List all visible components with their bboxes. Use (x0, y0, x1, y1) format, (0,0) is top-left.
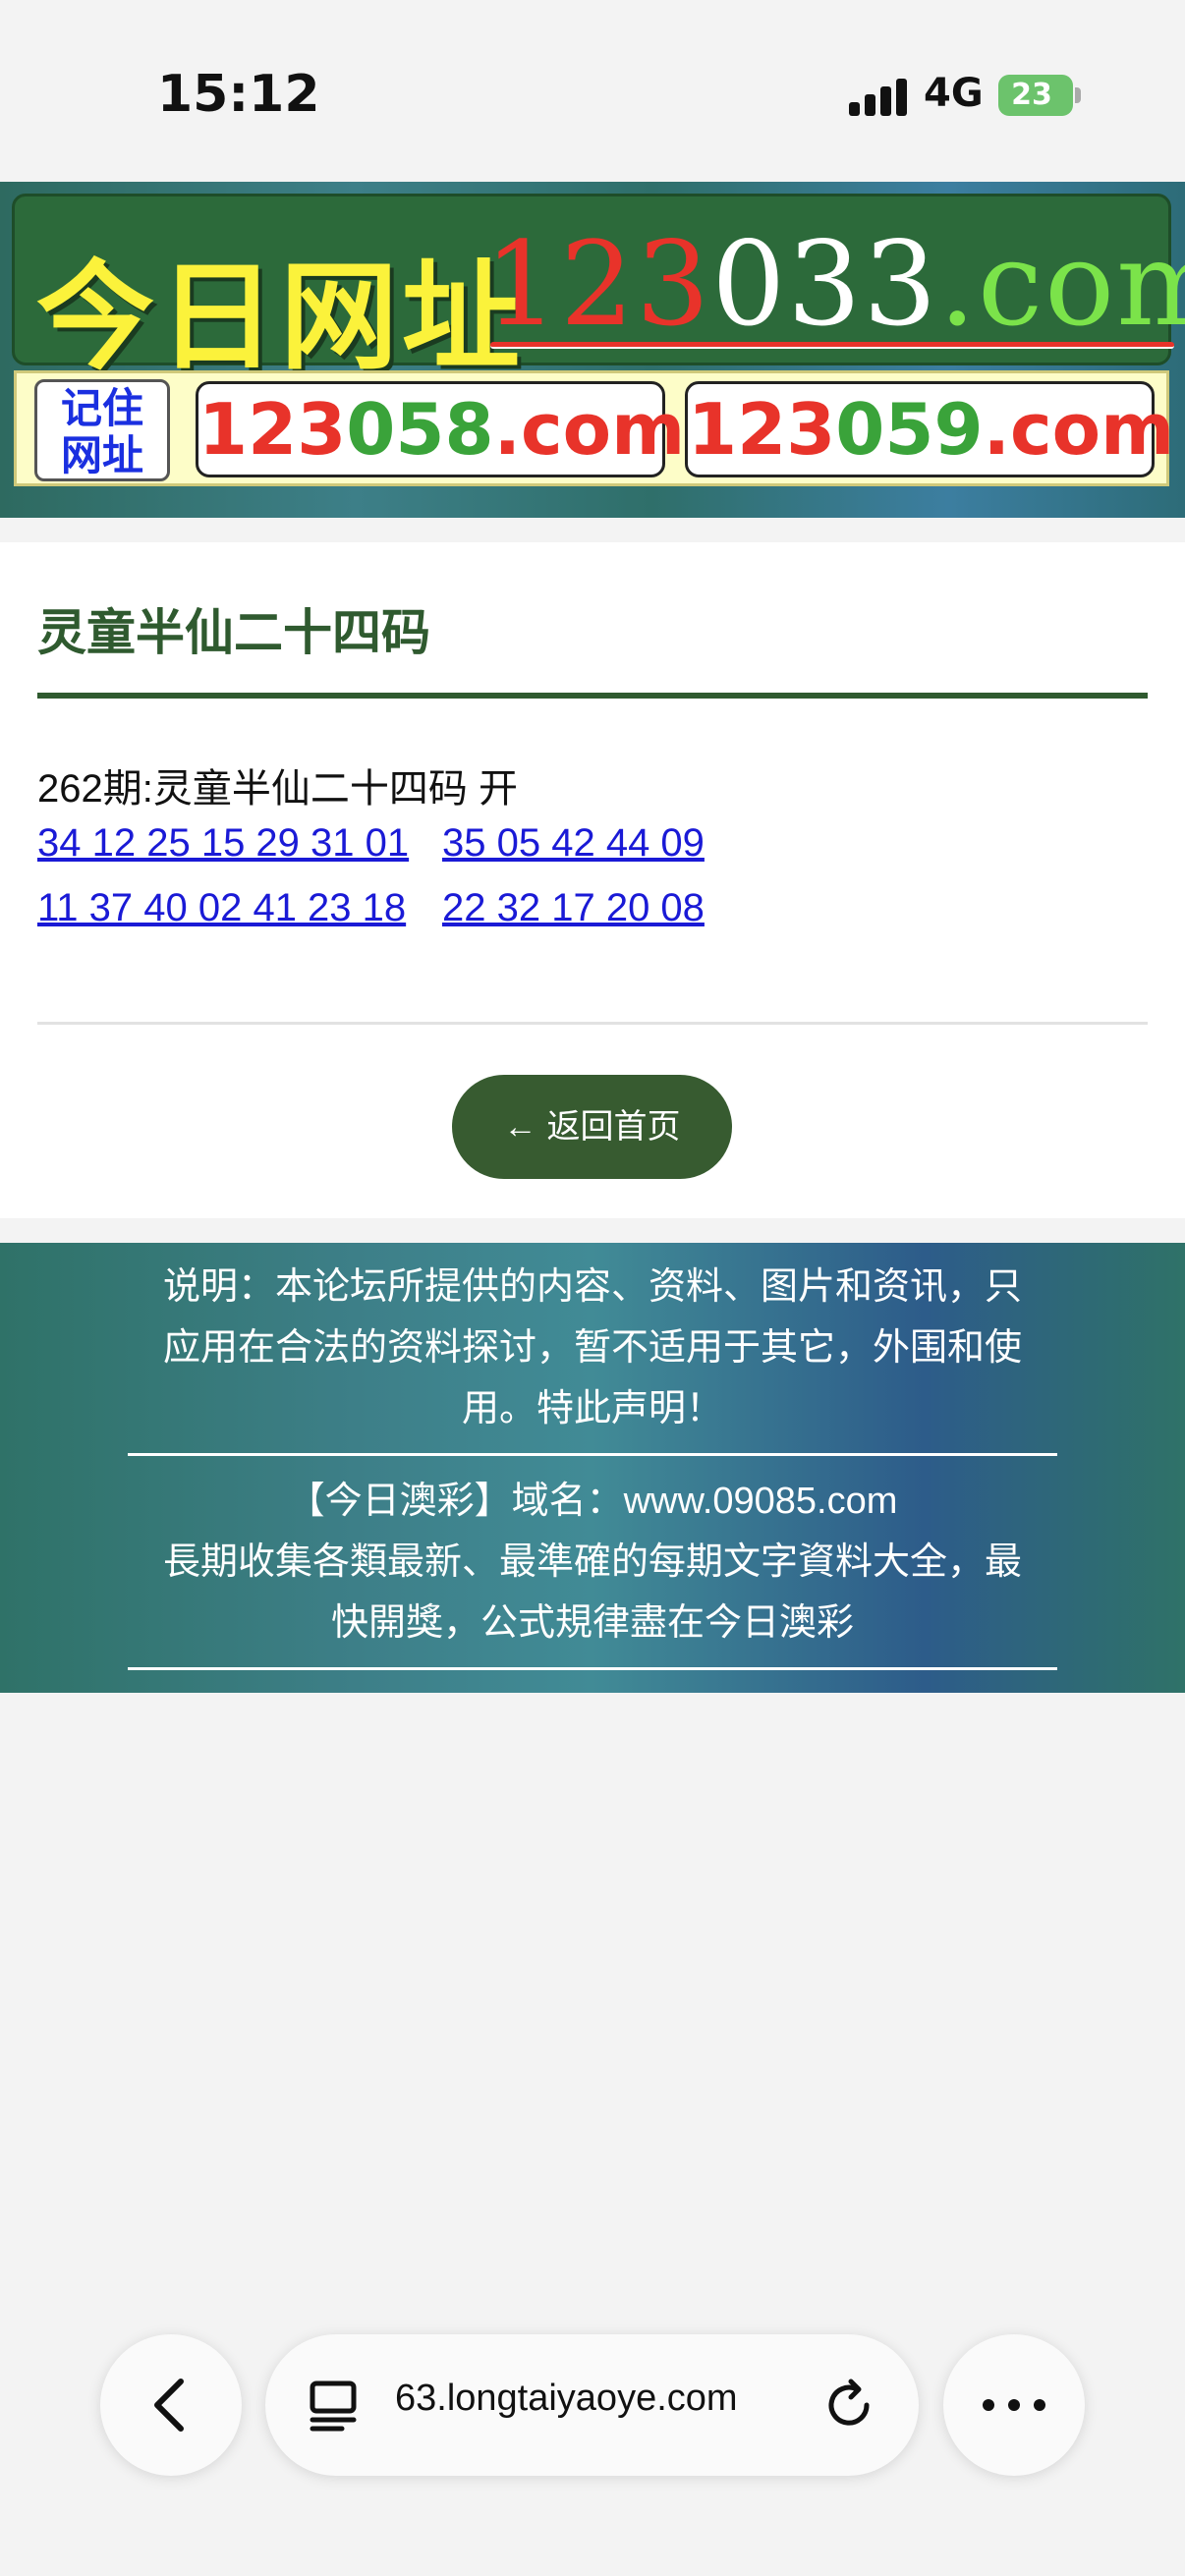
banner-domain: 123033.com (484, 216, 1185, 352)
domain-2-part1: 123 (688, 388, 836, 471)
banner-title: 今日网址 (36, 250, 524, 386)
banner-domain-green: .com (938, 216, 1185, 352)
arrow-left-icon: ← (503, 1108, 537, 1146)
notice-divider-1 (128, 1453, 1057, 1456)
network-type: 4G (924, 71, 984, 116)
domain-link-1[interactable]: 123058.com (196, 381, 685, 477)
remember-line1: 记住 (60, 384, 143, 432)
banner-top: 今日网址 123033.com (12, 194, 1185, 386)
domain-1-part2: 058 (346, 388, 494, 471)
remember-line2: 网址 (60, 431, 143, 479)
battery-cap (1075, 87, 1081, 103)
more-icon (983, 2399, 1045, 2411)
number-link-4[interactable]: 22 32 17 20 08 (442, 886, 705, 930)
notice-line-4: 【今日澳彩】域名：www.09085.com (287, 1481, 898, 1522)
banner-domain-red: 123 (484, 216, 712, 352)
content-card: 灵童半仙二十四码 262期:灵童半仙二十四码 开 34 12 25 15 29 … (0, 542, 1185, 1218)
domain-2-part2: 059 (835, 388, 984, 471)
title-divider (37, 693, 1148, 699)
domain-1-part1: 123 (198, 388, 347, 471)
notice-line-1: 说明：本论坛所提供的内容、资料、图片和资讯，只 (162, 1266, 1022, 1308)
domain-2-part3: .com (983, 388, 1175, 471)
number-link-1[interactable]: 34 12 25 15 29 31 01 (37, 821, 409, 866)
remember-badge: 记住 网址 (34, 379, 170, 481)
notice-line-3: 用。特此声明！ (461, 1388, 723, 1429)
banner-domain-white: 033 (711, 216, 939, 352)
notice-divider-2 (128, 1667, 1057, 1670)
page-title: 灵童半仙二十四码 (37, 605, 430, 660)
notice-footer: 说明：本论坛所提供的内容、资料、图片和资讯，只 应用在合法的资料探讨，暂不适用于… (0, 1243, 1185, 1693)
number-link-2[interactable]: 35 05 42 44 09 (442, 821, 705, 866)
notice-line-6: 快開獎，公式規律盡在今日澳彩 (330, 1602, 854, 1644)
back-home-button[interactable]: ← 返回首页 (452, 1075, 732, 1179)
status-bar: 15:12 4G 23 (0, 0, 1185, 182)
reload-icon[interactable] (821, 2378, 876, 2433)
battery-icon: 23 (998, 75, 1073, 116)
browser-back-button[interactable] (100, 2334, 242, 2476)
content-divider (37, 1022, 1148, 1025)
status-time: 15:12 (157, 65, 320, 124)
banner-bottom: 记住 网址 123058.com 123059.com (14, 370, 1174, 486)
domain-link-2[interactable]: 123059.com (685, 381, 1174, 477)
issue-line: 262期:灵童半仙二十四码 开 (37, 767, 518, 811)
battery-level: 23 (1011, 78, 1052, 112)
signal-icon (849, 77, 908, 116)
notice-line-2: 应用在合法的资料探讨，暂不适用于其它，外围和使 (162, 1327, 1022, 1369)
url-text: 63.longtaiyaoye.com (395, 2378, 738, 2419)
back-home-label: 返回首页 (546, 1108, 681, 1146)
address-bar[interactable]: 63.longtaiyaoye.com (265, 2334, 919, 2476)
chevron-left-icon (154, 2379, 184, 2432)
number-link-3[interactable]: 11 37 40 02 41 23 18 (37, 886, 406, 930)
more-button[interactable] (943, 2334, 1085, 2476)
domain-1-part3: .com (493, 388, 686, 471)
banner[interactable]: 今日网址 123033.com 记住 网址 123058.com 123059.… (0, 182, 1185, 518)
notice-line-5: 長期收集各類最新、最準確的每期文字資料大全，最 (162, 1541, 1022, 1583)
banner-underline (490, 342, 1174, 349)
tabs-icon[interactable] (309, 2380, 360, 2433)
